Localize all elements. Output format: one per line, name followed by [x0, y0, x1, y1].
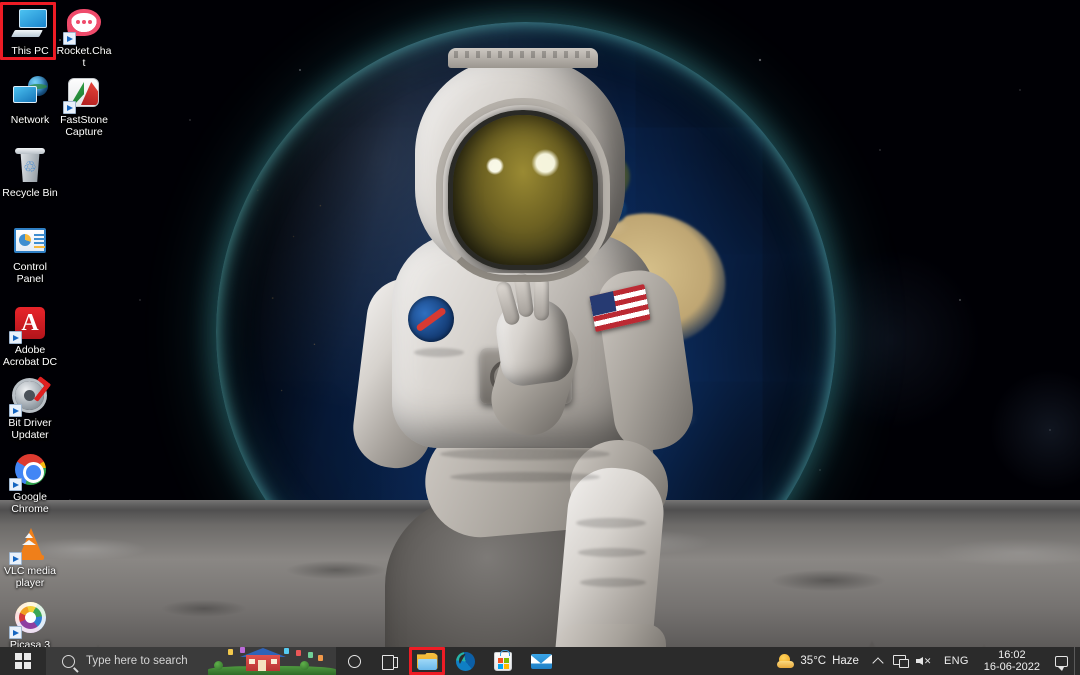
taskbar-file-explorer[interactable]	[408, 647, 446, 675]
picasa-icon	[11, 600, 49, 638]
control-panel-icon	[11, 222, 49, 260]
desktop-icon-recycle-bin[interactable]: ♲ Recycle Bin	[2, 148, 58, 200]
chevron-up-icon	[872, 657, 883, 668]
clock-time: 16:02	[984, 649, 1040, 661]
desktop-icon-label: Control Panel	[2, 262, 58, 285]
clock-date: 16-06-2022	[984, 661, 1040, 673]
network-icon	[893, 655, 907, 667]
google-chrome-icon	[11, 452, 49, 490]
taskbar: Type here to search	[0, 647, 1080, 675]
language-indicator[interactable]: ENG	[937, 655, 976, 667]
taskbar-microsoft-store[interactable]	[484, 647, 522, 675]
shortcut-overlay-icon	[9, 626, 22, 639]
desktop-icon-rocket-chat[interactable]: Rocket.Chat	[56, 6, 112, 69]
network-icon	[11, 75, 49, 113]
mail-icon	[531, 654, 552, 669]
shortcut-overlay-icon	[9, 478, 22, 491]
notifications-button[interactable]	[1048, 647, 1074, 675]
desktop-wallpaper	[0, 0, 1080, 675]
network-button[interactable]	[889, 647, 911, 675]
search-illustration	[208, 647, 336, 675]
system-tray: 35°C Haze ✕ ENG 16:02 16-06-2022	[773, 647, 1080, 675]
desktop-icon-label: Bit Driver Updater	[2, 418, 58, 441]
helmet-visor	[448, 110, 598, 270]
cortana-icon	[348, 655, 361, 668]
bit-driver-updater-icon	[11, 378, 49, 416]
search-input[interactable]: Type here to search	[46, 647, 336, 675]
faststone-capture-icon	[65, 75, 103, 113]
shortcut-overlay-icon	[9, 552, 22, 565]
desktop-icon-google-chrome[interactable]: Google Chrome	[2, 452, 58, 515]
cortana-button[interactable]	[336, 647, 372, 675]
recycle-bin-icon: ♲	[11, 148, 49, 186]
vlc-media-player-icon	[11, 526, 49, 564]
desktop-icon-this-pc[interactable]: This PC	[2, 6, 58, 58]
show-hidden-icons-button[interactable]	[867, 647, 889, 675]
desktop-icon-label: This PC	[2, 46, 58, 58]
desktop-icon-label: Network	[2, 115, 58, 127]
desktop-icon-adobe-acrobat-dc[interactable]: Adobe Acrobat DC	[2, 305, 58, 368]
astronaut-figure	[330, 48, 750, 648]
task-view-icon	[382, 655, 398, 668]
desktop-icon-picasa-3[interactable]: Picasa 3	[2, 600, 58, 652]
task-view-button[interactable]	[372, 647, 408, 675]
search-icon	[62, 655, 75, 668]
search-placeholder: Type here to search	[86, 655, 188, 667]
desktop-icon-vlc-media-player[interactable]: VLC media player	[2, 526, 58, 589]
windows-logo-icon	[15, 653, 31, 669]
weather-condition: Haze	[832, 655, 859, 667]
notification-icon	[1055, 656, 1068, 667]
shortcut-overlay-icon	[63, 101, 76, 114]
rocket-chat-icon	[65, 6, 103, 44]
speaker-muted-icon: ✕	[916, 655, 931, 667]
adobe-acrobat-icon	[11, 305, 49, 343]
shortcut-overlay-icon	[9, 331, 22, 344]
desktop-icon-label: FastStone Capture	[56, 115, 112, 138]
file-explorer-icon	[417, 653, 438, 670]
microsoft-edge-icon	[456, 652, 475, 671]
desktop-icon-label: Adobe Acrobat DC	[2, 345, 58, 368]
sun-haze-icon	[777, 654, 794, 669]
this-pc-icon	[11, 6, 49, 44]
taskbar-mail[interactable]	[522, 647, 560, 675]
weather-widget[interactable]: 35°C Haze	[773, 654, 867, 669]
desktop-icon-network[interactable]: Network	[2, 75, 58, 127]
clock[interactable]: 16:02 16-06-2022	[976, 649, 1048, 673]
desktop-icon-faststone-capture[interactable]: FastStone Capture	[56, 75, 112, 138]
desktop-icon-control-panel[interactable]: Control Panel	[2, 222, 58, 285]
desktop-icon-label: Recycle Bin	[2, 188, 58, 200]
start-button[interactable]	[0, 647, 46, 675]
desktop-icon-label: Google Chrome	[2, 492, 58, 515]
desktop-icon-bit-driver-updater[interactable]: Bit Driver Updater	[2, 378, 58, 441]
volume-button[interactable]: ✕	[911, 647, 937, 675]
microsoft-store-icon	[494, 652, 512, 671]
weather-temperature: 35°C	[800, 655, 826, 667]
show-desktop-button[interactable]	[1074, 647, 1080, 675]
desktop-screen: This PC Rocket.Chat Network	[0, 0, 1080, 675]
shortcut-overlay-icon	[9, 404, 22, 417]
taskbar-microsoft-edge[interactable]	[446, 647, 484, 675]
desktop-icon-label: VLC media player	[2, 566, 58, 589]
desktop-icon-label: Rocket.Chat	[56, 46, 112, 69]
shortcut-overlay-icon	[63, 32, 76, 45]
